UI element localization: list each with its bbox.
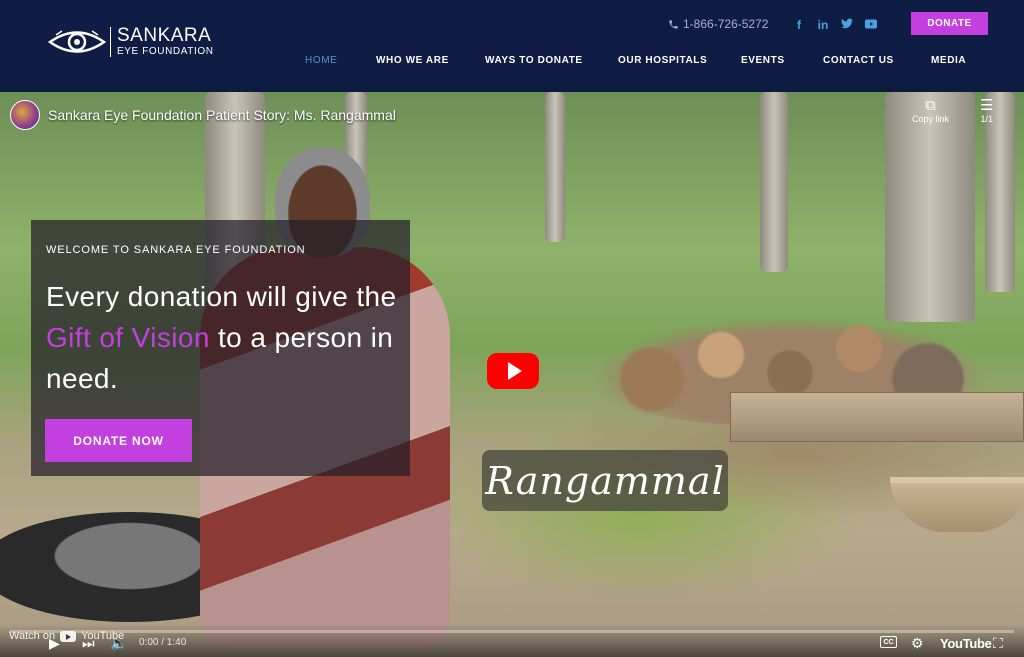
nav-item-our-hospitals[interactable]: OUR HOSPITALS [618, 55, 707, 66]
copy-link-button[interactable]: ⧉ Copy link [912, 97, 950, 125]
main-nav: HOME WHO WE ARE WAYS TO DONATE OUR HOSPI… [0, 55, 1024, 67]
donate-button[interactable]: DONATE [911, 12, 988, 35]
video-header[interactable]: Sankara Eye Foundation Patient Story: Ms… [10, 100, 396, 130]
phone-link[interactable]: 1-866-726-5272 [668, 17, 768, 31]
player-controls: ▶ ⏭ 🔈 0:00 / 1:40 CC ⚙ YouTube ⛶ [0, 624, 1024, 657]
brand-logo[interactable]: SANKARA EYE FOUNDATION [48, 26, 214, 57]
nav-item-events[interactable]: EVENTS [741, 55, 785, 66]
hero-panel: WELCOME TO SANKARA EYE FOUNDATION Every … [31, 220, 410, 476]
time-display: 0:00 / 1:40 [139, 637, 187, 648]
playlist-icon: ☰ [980, 97, 994, 114]
watch-on-label: Watch on [9, 630, 56, 642]
logo-divider [110, 26, 111, 57]
wooden-crate [730, 392, 1024, 442]
copy-link-label: Copy link [912, 114, 950, 124]
nav-item-ways-to-donate[interactable]: WAYS TO DONATE [485, 55, 583, 66]
twitter-icon[interactable] [841, 18, 853, 32]
donate-now-button[interactable]: DONATE NOW [45, 419, 192, 462]
nav-item-media[interactable]: MEDIA [931, 55, 966, 66]
tree-trunk [545, 92, 565, 242]
phone-number: 1-866-726-5272 [683, 17, 769, 31]
youtube-logo-icon [60, 630, 77, 642]
metal-bowl [890, 477, 1024, 532]
hero-eyebrow: WELCOME TO SANKARA EYE FOUNDATION [46, 244, 306, 256]
video-title[interactable]: Sankara Eye Foundation Patient Story: Ms… [48, 107, 396, 123]
nav-item-contact-us[interactable]: CONTACT US [823, 55, 894, 66]
phone-icon [669, 19, 678, 29]
copy-icon: ⧉ [925, 97, 936, 114]
captions-icon[interactable]: CC [880, 636, 897, 648]
channel-avatar[interactable] [10, 100, 40, 130]
playlist-count: 1/1 [980, 114, 993, 124]
headline-text: Every donation will give the [46, 281, 397, 312]
youtube-icon[interactable] [865, 18, 877, 32]
nav-item-home[interactable]: HOME [305, 55, 337, 66]
youtube-play-button[interactable] [487, 353, 539, 389]
watch-on-youtube[interactable]: Watch on YouTube [9, 630, 124, 642]
video-player[interactable]: Sankara Eye Foundation Patient Story: Ms… [0, 92, 1024, 657]
logo-name: SANKARA [117, 25, 212, 46]
settings-gear-icon[interactable]: ⚙ [911, 635, 924, 651]
tree-trunk [885, 92, 975, 322]
watch-on-youtube-label: YouTube [81, 630, 125, 642]
video-caption: Rangammal [482, 450, 728, 511]
fullscreen-icon[interactable]: ⛶ [993, 635, 1003, 651]
hero-headline: Every donation will give the Gift of Vis… [46, 276, 406, 399]
eye-logo-icon [48, 29, 106, 53]
tree-trunk [760, 92, 788, 272]
progress-bar[interactable] [10, 630, 1014, 633]
headline-accent: Gift of Vision [46, 322, 210, 353]
nav-item-who-we-are[interactable]: WHO WE ARE [376, 55, 449, 66]
logo-wordmark: SANKARA EYE FOUNDATION [117, 26, 214, 57]
site-header: SANKARA EYE FOUNDATION 1-866-726-5272 f … [0, 0, 1024, 84]
facebook-icon[interactable]: f [793, 18, 805, 32]
social-links: f in [793, 18, 877, 32]
youtube-wordmark[interactable]: YouTube [940, 636, 992, 651]
linkedin-icon[interactable]: in [817, 18, 829, 32]
playlist-button[interactable]: ☰ 1/1 [980, 97, 994, 125]
